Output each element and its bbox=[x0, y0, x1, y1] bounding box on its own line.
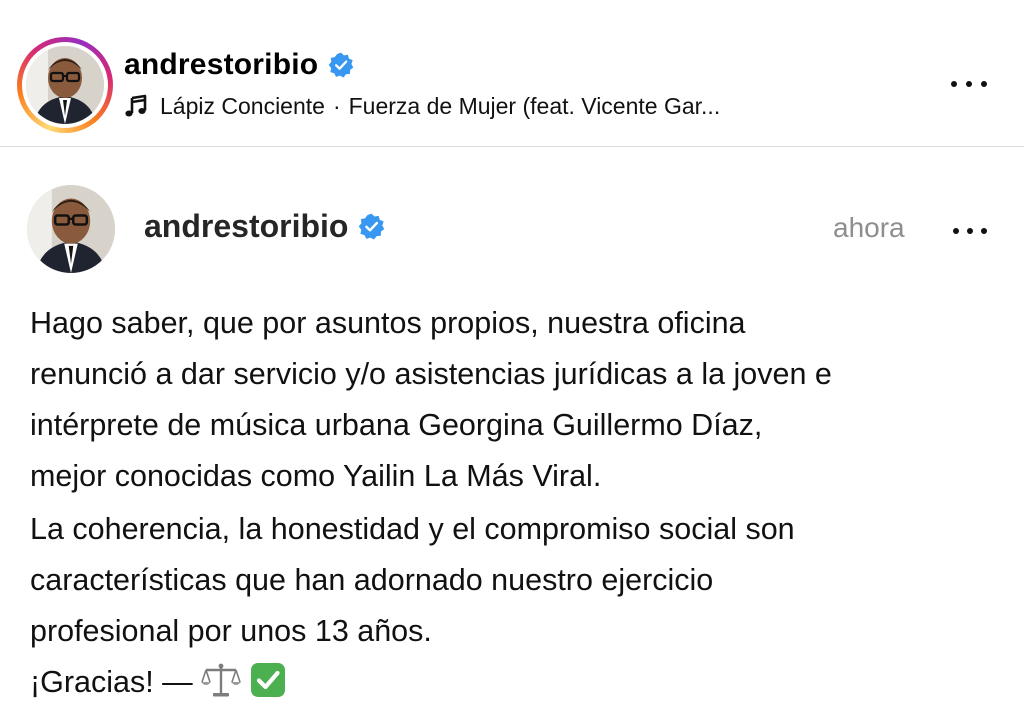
more-options-icon[interactable] bbox=[951, 74, 987, 94]
caption-line: renunció a dar servicio y/o asistencias … bbox=[30, 357, 832, 391]
music-attribution[interactable]: Lápiz Conciente · Fuerza de Mujer (feat.… bbox=[124, 90, 720, 122]
header-username[interactable]: andrestoribio bbox=[124, 48, 318, 82]
post-username[interactable]: andrestoribio bbox=[144, 208, 348, 245]
post-username-row[interactable]: andrestoribio bbox=[144, 208, 385, 245]
caption-line: Hago saber, que por asuntos propios, nue… bbox=[30, 306, 746, 340]
caption-line: profesional por unos 13 años. bbox=[30, 614, 432, 648]
more-options-icon[interactable] bbox=[953, 221, 987, 241]
post-header: andrestoribio Lápiz Conciente · Fuerza d… bbox=[0, 0, 1024, 147]
music-note-icon bbox=[125, 94, 147, 117]
music-song: Fuerza de Mujer (feat. Vicente Gar... bbox=[348, 92, 721, 119]
caption-closing: ¡Gracias! — bbox=[30, 665, 193, 699]
caption-paragraph: Hago saber, que por asuntos propios, nue… bbox=[30, 298, 1005, 502]
caption-paragraph: La coherencia, la honestidad y el compro… bbox=[30, 504, 1005, 657]
story-ring-avatar[interactable] bbox=[17, 37, 113, 133]
caption-line: características que han adornado nuestro… bbox=[30, 563, 714, 597]
check-mark-button-icon bbox=[250, 663, 285, 697]
verified-badge-icon bbox=[329, 52, 354, 78]
caption-line: La coherencia, la honestidad y el compro… bbox=[30, 512, 795, 546]
balance-scale-icon bbox=[201, 663, 242, 697]
header-username-row[interactable]: andrestoribio bbox=[124, 48, 354, 82]
instagram-post-screen: andrestoribio Lápiz Conciente · Fuerza d… bbox=[0, 0, 1024, 710]
music-artist: Lápiz Conciente bbox=[160, 92, 325, 119]
caption-closing-line: ¡Gracias! — bbox=[30, 657, 1005, 708]
music-separator: · bbox=[332, 92, 341, 119]
post-caption: Hago saber, que por asuntos propios, nue… bbox=[30, 298, 1005, 708]
post-timestamp: ahora bbox=[833, 212, 905, 243]
post-avatar[interactable] bbox=[27, 185, 115, 273]
caption-line: intérprete de música urbana Georgina Gui… bbox=[30, 408, 763, 442]
avatar bbox=[26, 46, 104, 124]
verified-badge-icon bbox=[359, 213, 385, 240]
caption-line: mejor conocidas como Yailin La Más Viral… bbox=[30, 459, 602, 493]
